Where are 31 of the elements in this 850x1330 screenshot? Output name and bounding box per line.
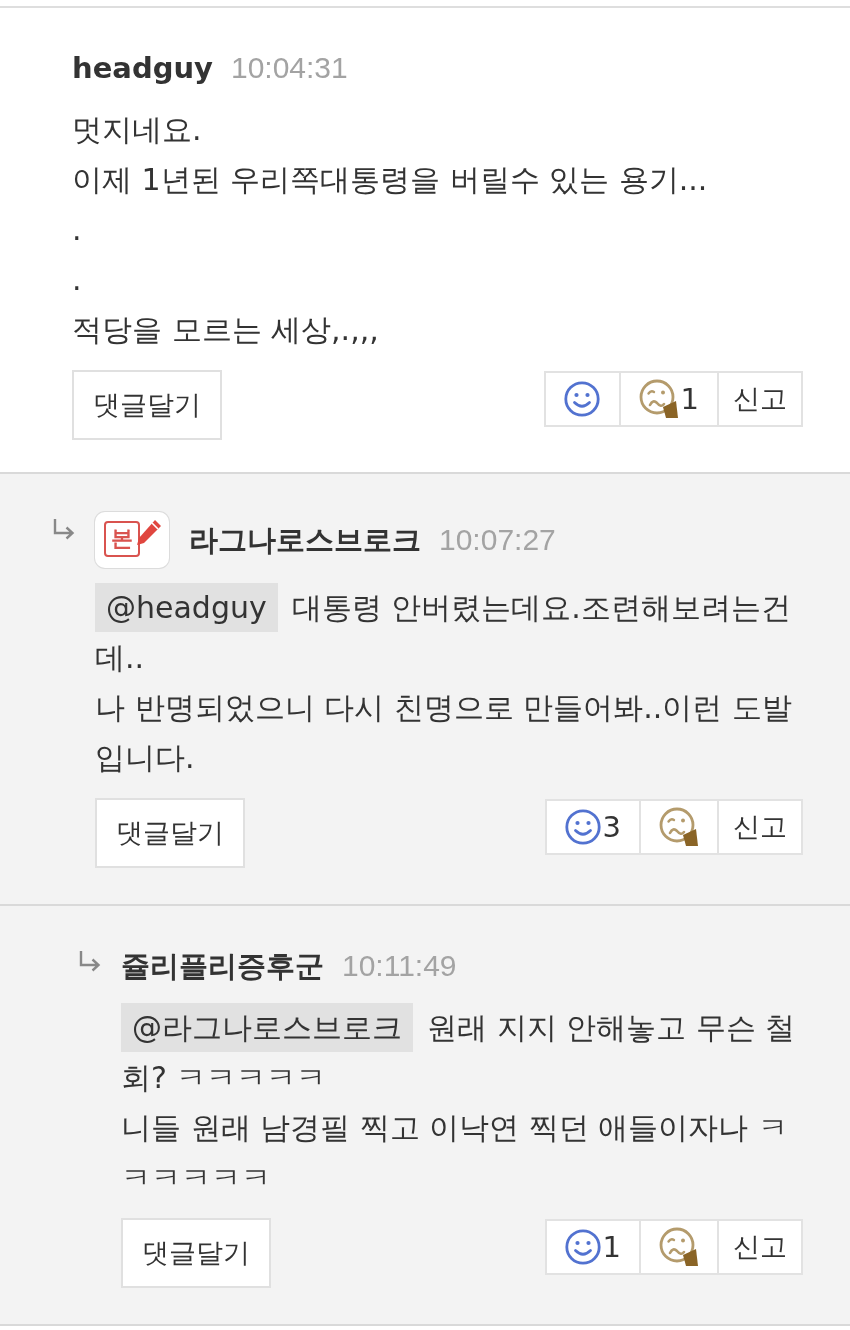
report-button[interactable]: 신고 [719,1219,803,1275]
mention-link[interactable]: @라그나로스브로크 [121,1003,413,1052]
comment-text: 멋지네요. 이제 1년된 우리쪽대통령을 버릴수 있는 용기... . . 적당을 모르는 세상,.,,, [72,111,709,349]
comment-text: @headguy 대통령 안버렸는데요.조련해보려는건데.. 나 반명되었으니 다시 친명으로 만들어봐..이런 도발입니다. [95,583,803,783]
smiley-icon [564,809,601,845]
author-name[interactable]: 쥴리플리증후군 [121,944,324,988]
dislike-button[interactable] [641,799,719,855]
author-name[interactable]: 라그나로스브로크 [189,518,421,562]
comment-time: 10:11:49 [342,948,457,984]
like-button[interactable]: 3 [544,799,641,855]
like-button[interactable] [543,371,621,427]
report-button[interactable]: 신고 [719,371,803,427]
comment-time: 10:04:31 [230,50,348,86]
reply-arrow-icon [78,950,101,972]
reply-arrow-icon [52,518,75,540]
frowning-face-icon [659,807,699,847]
smiley-icon [564,381,601,417]
reply-button[interactable]: 댓글달기 [95,798,245,868]
dislike-button[interactable] [641,1219,719,1275]
dislike-button[interactable]: 1 [620,371,719,427]
author-name[interactable]: headguy [72,46,213,90]
frowning-face-icon [659,1227,699,1267]
frowning-face-icon [638,379,679,419]
mention-link[interactable]: @headguy [95,583,278,632]
report-button[interactable]: 신고 [719,799,803,855]
comment-time: 10:07:27 [439,522,556,558]
reply-button[interactable]: 댓글달기 [121,1218,271,1288]
reply-button[interactable]: 댓글달기 [72,370,222,440]
like-button[interactable]: 1 [544,1219,641,1275]
smiley-icon [564,1229,601,1265]
comment-text: @라그나로스브로크 원래 지지 안해놓고 무슨 철회? ㅋㅋㅋㅋㅋ 니들 원래 남경필 찍고 이낙연 찍던 애들이자나 ㅋㅋㅋㅋㅋㅋ [121,1003,803,1203]
